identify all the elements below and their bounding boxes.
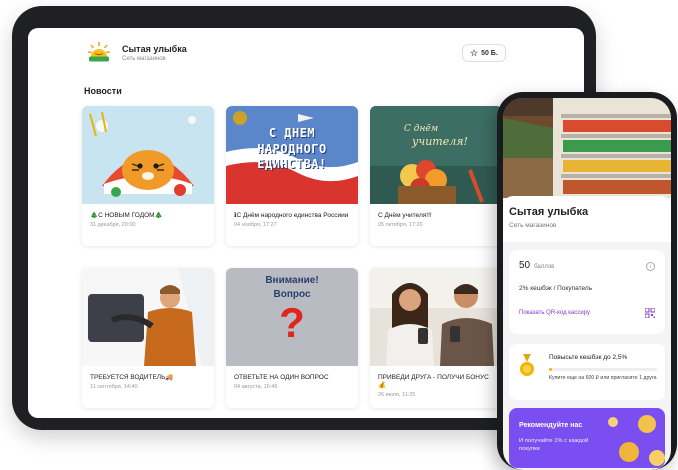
unity-text: С ДНЕМ НАРОДНОГО ЕДИНСТВА!: [226, 126, 358, 173]
news-image-unity-day: С ДНЕМ НАРОДНОГО ЕДИНСТВА!: [226, 106, 358, 204]
upgrade-progress-fill: [549, 368, 553, 371]
promo-text: И получайте 1% с каждой покупки: [519, 438, 589, 452]
cashback-level: 2% кешбэк / Покупатель: [519, 285, 593, 292]
upgrade-title: Повысьте кешбэк до 2,5%: [549, 354, 628, 361]
news-card[interactable]: С ДНЕМ НАРОДНОГО ЕДИНСТВА! ℹС Днём народ…: [226, 106, 358, 246]
news-title: ОТВЕТЬТЕ НА ОДИН ВОПРОС: [234, 374, 329, 381]
teacher-text: С днём учителя!: [404, 124, 468, 148]
promo-title: Рекомендуйте нас: [519, 422, 583, 429]
news-title: 🎄С НОВЫМ ГОДОМ🎄: [90, 212, 163, 219]
store-subtitle: Сеть магазинов: [509, 222, 557, 229]
unity-line-1: С ДНЕМ: [268, 126, 316, 140]
teacher-line-2: учителя!: [412, 134, 468, 148]
scene: Сытая улыбка Сеть магазинов ☆ 50 Б. Ново…: [0, 0, 678, 470]
cashback-upgrade-card: Повысьте кешбэк до 2,5% Купите еще на 60…: [509, 344, 665, 400]
attention-line-1: Внимание!: [265, 275, 319, 286]
news-date: 31 декабря, 20:00: [90, 222, 136, 229]
teacher-line-1: С днём: [404, 124, 439, 134]
balance: 50 баллов: [519, 260, 655, 271]
news-image-new-year: [82, 106, 214, 204]
sun-logo-icon: [87, 42, 111, 62]
phone-screen: Сытая улыбка Сеть магазинов 50 баллов i …: [503, 98, 671, 470]
qr-code-icon[interactable]: [645, 308, 655, 318]
points-label: 50 Б.: [481, 49, 498, 57]
news-date: 11 сентября, 14:40: [90, 384, 138, 391]
news-date: 04 августа, 16:46: [234, 384, 278, 391]
brand-header[interactable]: Сытая улыбка Сеть магазинов: [86, 40, 187, 66]
news-image-question: Внимание! Вопрос ?: [226, 268, 358, 366]
store-shelves-image: [503, 98, 671, 198]
news-date: 26 июля, 11:25: [378, 392, 416, 399]
attention-text: Внимание! Вопрос: [226, 274, 358, 301]
show-qr-link[interactable]: Показать QR-код кассиру: [519, 310, 590, 316]
referral-promo-banner[interactable]: Рекомендуйте нас И получайте 1% с каждой…: [509, 408, 665, 468]
news-title: ТРЕБУЕТСЯ ВОДИТЕЛЬ🚚: [90, 374, 174, 381]
unity-line-2: НАРОДНОГО: [257, 141, 327, 156]
question-mark: ?: [279, 299, 305, 346]
balance-value: 50: [519, 260, 531, 271]
news-title: ПРИВЕДИ ДРУГА - ПОЛУЧИ БОНУС💰: [378, 374, 489, 390]
news-card[interactable]: Внимание! Вопрос ? ОТВЕТЬТЕ НА ОДИН ВОПР…: [226, 268, 358, 408]
news-date: 05 октября, 17:20: [378, 222, 423, 229]
brand-subtitle: Сеть магазинов: [122, 56, 166, 62]
news-image-teacher-day: С днём учителя!: [370, 106, 502, 204]
upgrade-progress-bar: [549, 368, 657, 371]
store-title: Сытая улыбка: [509, 206, 589, 218]
news-title: ℹС Днём народного единства Россиии: [234, 212, 349, 219]
phone-device: Сытая улыбка Сеть магазинов 50 баллов i …: [497, 92, 677, 470]
balance-card: 50 баллов i 2% кешбэк / Покупатель Показ…: [509, 250, 665, 334]
news-card[interactable]: ПРИВЕДИ ДРУГА - ПОЛУЧИ БОНУС💰 26 июля, 1…: [370, 268, 502, 408]
brand-title: Сытая улыбка: [122, 44, 187, 54]
news-date: 04 ноября, 17:27: [234, 222, 277, 229]
medal-icon: [520, 354, 534, 376]
news-title: С Днём учителя!!!: [378, 212, 432, 219]
qr-row[interactable]: Показать QR-код кассиру: [519, 308, 655, 318]
news-card[interactable]: 🎄С НОВЫМ ГОДОМ🎄 31 декабря, 20:00: [82, 106, 214, 246]
points-button[interactable]: ☆ 50 Б.: [462, 44, 506, 62]
news-card[interactable]: С днём учителя! С Днём учителя!!! 05 окт…: [370, 106, 502, 246]
balance-unit: баллов: [534, 264, 555, 270]
unity-line-3: ЕДИНСТВА!: [257, 157, 327, 172]
info-icon[interactable]: i: [646, 262, 655, 271]
news-card[interactable]: ТРЕБУЕТСЯ ВОДИТЕЛЬ🚚 11 сентября, 14:40: [82, 268, 214, 408]
coins-decoration: [608, 415, 665, 466]
news-image-driver: [82, 268, 214, 366]
news-image-friends: [370, 268, 502, 366]
upgrade-note: Купите еще на 600 ₽ или пригласите 1 дру…: [549, 375, 657, 381]
star-icon: ☆: [470, 47, 479, 58]
store-info: Сытая улыбка Сеть магазинов: [503, 196, 671, 242]
section-title: Новости: [84, 86, 122, 96]
